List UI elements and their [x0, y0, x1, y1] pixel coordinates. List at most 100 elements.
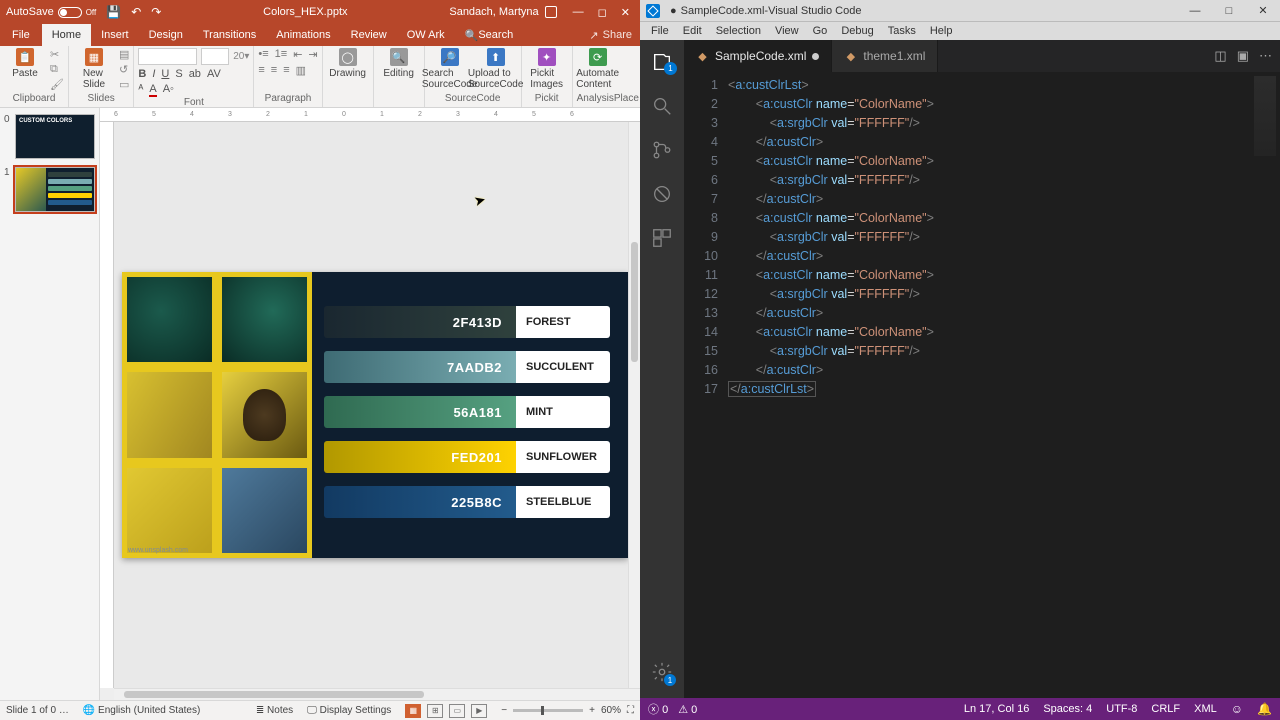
debug-icon[interactable]: [650, 182, 674, 206]
encoding[interactable]: UTF-8: [1106, 703, 1137, 715]
eol[interactable]: CRLF: [1151, 703, 1180, 715]
automate-content-button[interactable]: ⟳Automate Content: [577, 48, 619, 90]
menu-selection[interactable]: Selection: [711, 25, 766, 37]
search-icon[interactable]: [650, 94, 674, 118]
toggle-panel-icon[interactable]: ▣: [1237, 48, 1249, 64]
menu-go[interactable]: Go: [808, 25, 833, 37]
split-editor-icon[interactable]: ◫: [1214, 48, 1226, 64]
horizontal-scrollbar[interactable]: [114, 688, 640, 700]
tab-file[interactable]: File: [0, 24, 42, 46]
new-slide-button[interactable]: ▦New Slide: [73, 48, 115, 90]
notifications-icon[interactable]: 🔔: [1257, 702, 1272, 716]
editing-button[interactable]: 🔍Editing: [378, 48, 420, 79]
undo-icon[interactable]: ↶: [131, 5, 141, 19]
section-icon[interactable]: ▭: [119, 78, 129, 91]
vertical-scrollbar[interactable]: [628, 122, 640, 688]
extensions-icon[interactable]: [650, 226, 674, 250]
redo-icon[interactable]: ↷: [151, 5, 161, 19]
close-icon[interactable]: ✕: [621, 6, 630, 19]
code-content[interactable]: <a:custClrLst> <a:custClr name="ColorNam…: [728, 72, 1250, 698]
zoom-control[interactable]: −+ 60% ⛶: [501, 705, 634, 716]
tab-theme1[interactable]: ◆ theme1.xml: [832, 40, 938, 72]
slide-canvas[interactable]: 2F413DFOREST 7AADB2SUCCULENT 56A181MINT …: [114, 122, 640, 688]
font-name-input[interactable]: [138, 48, 196, 65]
align-center-button[interactable]: ≡: [271, 64, 277, 77]
numbering-button[interactable]: 1≡: [275, 48, 288, 61]
minimize-icon[interactable]: —: [573, 6, 584, 19]
tab-design[interactable]: Design: [139, 24, 193, 46]
maximize-button[interactable]: □: [1212, 0, 1246, 22]
paste-button[interactable]: 📋Paste: [4, 48, 46, 79]
tab-home[interactable]: Home: [42, 24, 91, 46]
menu-file[interactable]: File: [646, 25, 674, 37]
italic-button[interactable]: I: [152, 68, 155, 80]
notes-button[interactable]: ≣ Notes: [256, 705, 293, 716]
columns-button[interactable]: ▥: [296, 64, 306, 77]
close-button[interactable]: ✕: [1246, 0, 1280, 22]
color-row[interactable]: 2F413DFOREST: [324, 306, 610, 338]
tab-animations[interactable]: Animations: [266, 24, 340, 46]
tab-transitions[interactable]: Transitions: [193, 24, 266, 46]
save-icon[interactable]: 💾: [106, 5, 121, 19]
cursor-position[interactable]: Ln 17, Col 16: [964, 703, 1029, 715]
menu-view[interactable]: View: [770, 25, 804, 37]
layout-icon[interactable]: ▤: [119, 48, 129, 61]
settings-gear-icon[interactable]: 1: [650, 660, 674, 684]
reading-view-button[interactable]: ▭: [449, 704, 465, 718]
search-sourcecode-button[interactable]: 🔎Search SourceCode: [429, 48, 471, 90]
share-button[interactable]: ↗ Share: [589, 29, 632, 42]
tab-owark[interactable]: OW Ark: [397, 24, 455, 46]
bold-button[interactable]: B: [138, 68, 146, 80]
cut-icon[interactable]: ✂: [50, 48, 64, 61]
menu-debug[interactable]: Debug: [836, 25, 878, 37]
underline-button[interactable]: U: [161, 68, 169, 80]
upload-sourcecode-button[interactable]: ⬆Upload to SourceCode: [475, 48, 517, 90]
user-name[interactable]: Sandach, Martyna: [449, 6, 556, 18]
font-size-input[interactable]: [201, 48, 230, 65]
tab-insert[interactable]: Insert: [91, 24, 139, 46]
thumbnail-1[interactable]: [15, 167, 95, 212]
tab-samplecode[interactable]: ◆ SampleCode.xml: [684, 40, 832, 72]
more-actions-icon[interactable]: ⋯: [1259, 48, 1272, 64]
color-row[interactable]: 225B8CSTEELBLUE: [324, 486, 610, 518]
git-icon[interactable]: [650, 138, 674, 162]
code-editor[interactable]: 1234567891011121314151617 <a:custClrLst>…: [684, 72, 1280, 698]
tab-review[interactable]: Review: [341, 24, 397, 46]
indent-dec-button[interactable]: ⇤: [293, 48, 302, 61]
indent-inc-button[interactable]: ⇥: [308, 48, 317, 61]
indent[interactable]: Spaces: 4: [1043, 703, 1092, 715]
language-mode[interactable]: XML: [1194, 703, 1217, 715]
shadow-button[interactable]: ab: [189, 68, 201, 80]
display-settings-button[interactable]: 🖵 Display Settings: [307, 705, 391, 716]
minimap[interactable]: [1250, 72, 1280, 698]
language[interactable]: 🌐 English (United States): [83, 705, 201, 716]
slide[interactable]: 2F413DFOREST 7AADB2SUCCULENT 56A181MINT …: [122, 272, 628, 558]
bullets-button[interactable]: •≡: [258, 48, 268, 61]
menu-edit[interactable]: Edit: [678, 25, 707, 37]
sorter-view-button[interactable]: ⊞: [427, 704, 443, 718]
thumbnail-pane[interactable]: 0 CUSTOM COLORS 1: [0, 108, 100, 700]
spacing-button[interactable]: AV: [207, 68, 221, 80]
fit-button[interactable]: ⛶: [627, 705, 634, 716]
slideshow-button[interactable]: ▶: [471, 704, 487, 718]
menu-tasks[interactable]: Tasks: [883, 25, 921, 37]
feedback-icon[interactable]: ☺: [1231, 702, 1243, 716]
strike-button[interactable]: S: [175, 68, 182, 80]
menu-help[interactable]: Help: [925, 25, 958, 37]
drawing-button[interactable]: ◯Drawing: [327, 48, 369, 79]
autosave[interactable]: AutoSave Off: [6, 6, 96, 18]
pickit-button[interactable]: ✦Pickit Images: [526, 48, 568, 90]
align-right-button[interactable]: ≡: [283, 64, 289, 77]
tab-search[interactable]: 🔍 Search: [455, 24, 524, 46]
color-row[interactable]: 56A181MINT: [324, 396, 610, 428]
copy-icon[interactable]: ⧉: [50, 63, 64, 76]
format-painter-icon[interactable]: 🖌: [50, 78, 64, 91]
clear-format-button[interactable]: A◦: [163, 83, 174, 97]
thumbnail-0[interactable]: CUSTOM COLORS: [15, 114, 95, 159]
autosave-toggle[interactable]: [58, 7, 82, 18]
color-row[interactable]: 7AADB2SUCCULENT: [324, 351, 610, 383]
slide-counter[interactable]: Slide 1 of 0 …: [6, 705, 69, 716]
minimize-button[interactable]: —: [1178, 0, 1212, 22]
color-row[interactable]: FED201SUNFLOWER: [324, 441, 610, 473]
normal-view-button[interactable]: ▦: [405, 704, 421, 718]
